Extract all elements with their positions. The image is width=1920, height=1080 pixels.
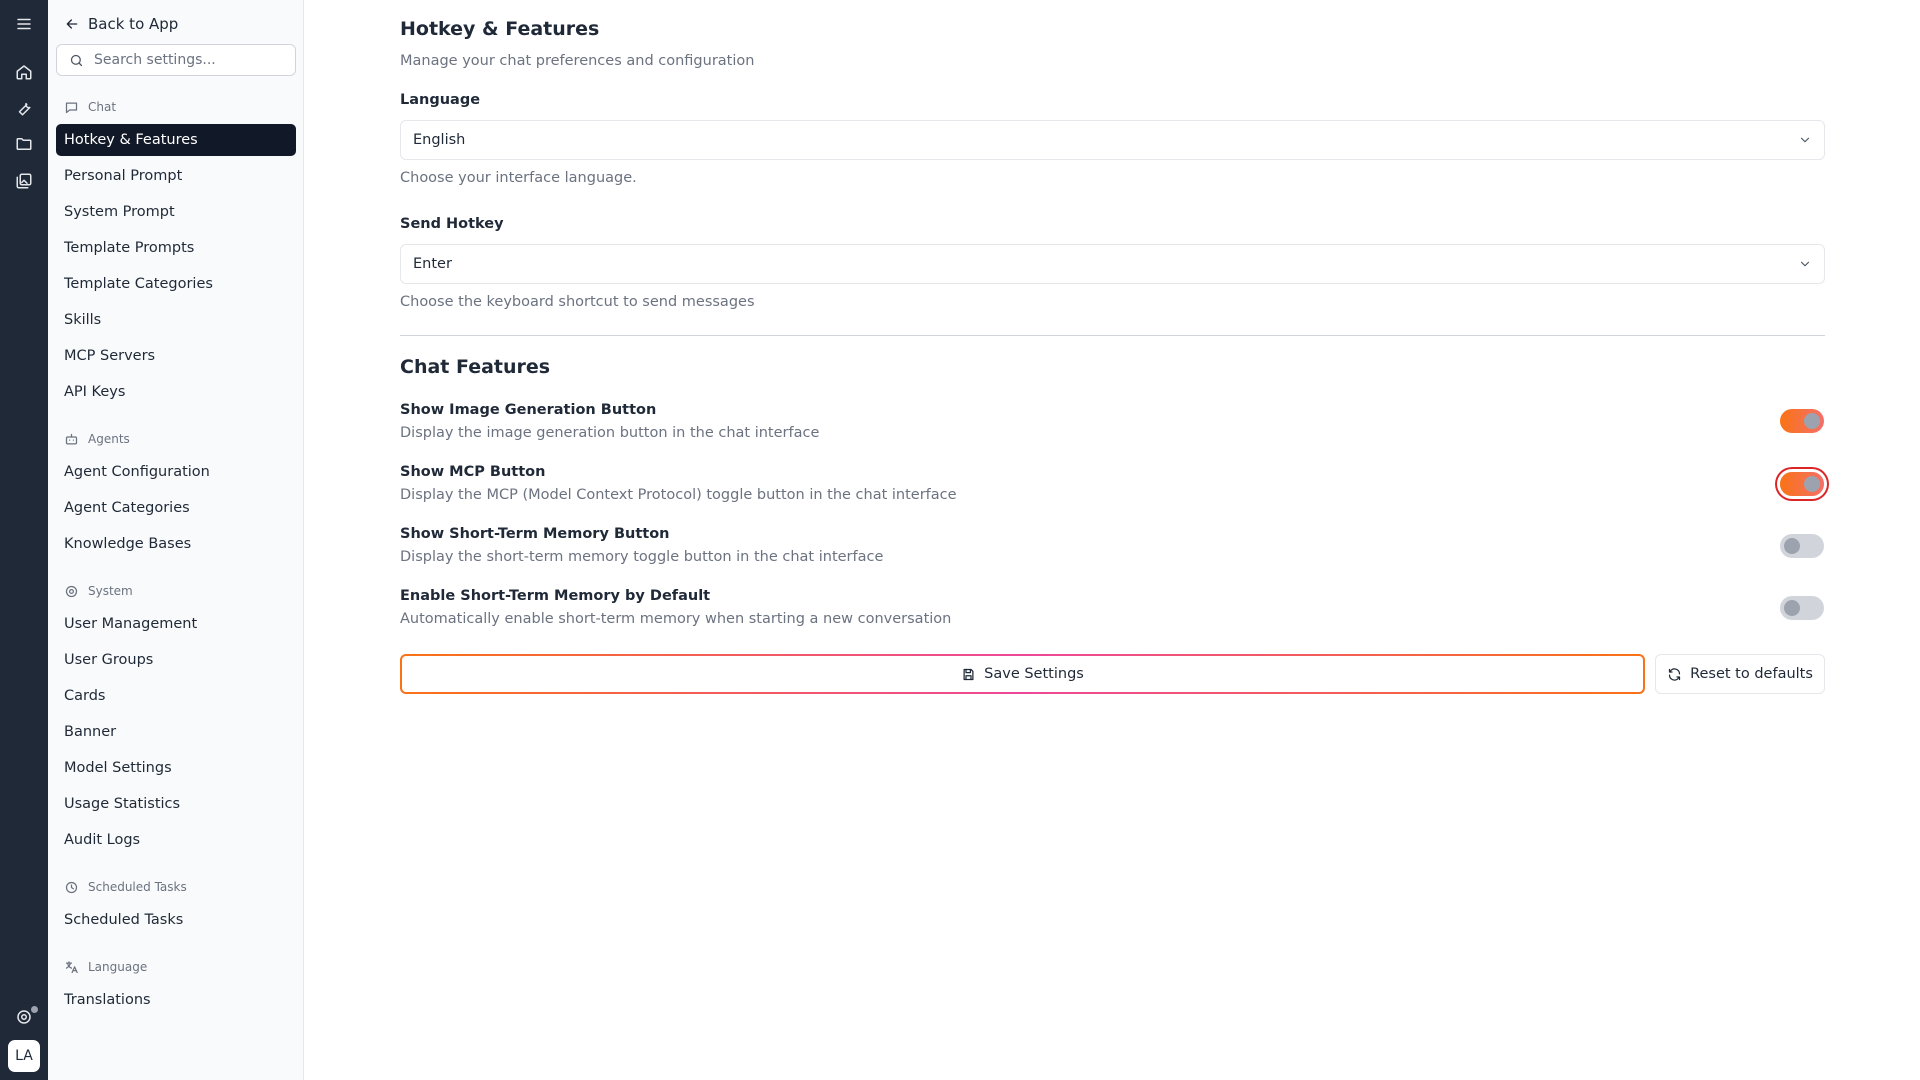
menu-icon[interactable] (14, 14, 34, 34)
sidebar-item-mcp-servers[interactable]: MCP Servers (56, 340, 296, 372)
mcp-button-toggle[interactable] (1780, 472, 1824, 496)
save-icon (963, 668, 974, 680)
sidebar-item-skills[interactable]: Skills (56, 304, 296, 336)
notification-dot (31, 1006, 38, 1013)
send-hotkey-value: Enter (413, 256, 452, 272)
language-value: English (413, 132, 466, 148)
sidebar-item-agent-categories[interactable]: Agent Categories (56, 492, 296, 524)
search-icon (70, 54, 83, 66)
save-label: Save Settings (984, 666, 1084, 682)
back-to-app-link[interactable]: Back to App (64, 12, 178, 36)
section-divider (400, 335, 1825, 336)
feature-desc: Display the image generation button in t… (400, 425, 820, 441)
translate-icon (65, 960, 78, 973)
sidebar-item-user-management[interactable]: User Management (56, 608, 296, 640)
toggle-knob (1804, 476, 1820, 492)
send-hotkey-label: Send Hotkey (400, 216, 504, 232)
sidebar-item-personal-prompt[interactable]: Personal Prompt (56, 160, 296, 192)
sidebar-item-api-keys[interactable]: API Keys (56, 376, 296, 408)
sidebar-item-audit-logs[interactable]: Audit Logs (56, 824, 296, 856)
feature-title: Show Short-Term Memory Button (400, 526, 670, 542)
group-agents: Agents (64, 429, 130, 449)
sidebar-item-template-categories[interactable]: Template Categories (56, 268, 296, 300)
group-language: Language (64, 957, 147, 977)
sidebar-item-model-settings[interactable]: Model Settings (56, 752, 296, 784)
sidebar-item-hotkey-features[interactable]: Hotkey & Features (56, 124, 296, 156)
group-agents-label: Agents (88, 432, 130, 446)
chevron-down-icon (1800, 261, 1810, 267)
settings-sidebar: Back to App Chat Hotkey & Features Perso… (48, 0, 304, 1080)
toggle-knob (1784, 600, 1800, 616)
save-settings-button[interactable]: Save Settings (400, 654, 1645, 694)
group-chat: Chat (64, 97, 116, 117)
feature-desc: Display the MCP (Model Context Protocol)… (400, 487, 957, 503)
sidebar-item-user-groups[interactable]: User Groups (56, 644, 296, 676)
icon-rail: LA (0, 0, 48, 1080)
image-generation-toggle[interactable] (1780, 409, 1824, 433)
sidebar-item-translations[interactable]: Translations (56, 984, 296, 1016)
sidebar-item-system-prompt[interactable]: System Prompt (56, 196, 296, 228)
language-help: Choose your interface language. (400, 170, 637, 186)
refresh-icon (1668, 667, 1681, 681)
group-chat-label: Chat (88, 100, 117, 114)
toggle-knob (1784, 538, 1800, 554)
avatar[interactable]: LA (8, 1040, 40, 1072)
back-label: Back to App (88, 15, 179, 33)
settings-cog-icon (65, 585, 78, 597)
sidebar-item-template-prompts[interactable]: Template Prompts (56, 232, 296, 264)
reset-defaults-button[interactable]: Reset to defaults (1655, 654, 1825, 694)
group-scheduled-tasks: Scheduled Tasks (64, 877, 187, 897)
group-system-label: System (88, 584, 133, 598)
sidebar-item-cards[interactable]: Cards (56, 680, 296, 712)
gallery-icon[interactable] (14, 171, 34, 191)
feature-title: Show Image Generation Button (400, 402, 657, 418)
language-select[interactable]: English (400, 120, 1825, 160)
send-hotkey-select[interactable]: Enter (400, 244, 1825, 284)
feature-title: Enable Short-Term Memory by Default (400, 588, 711, 604)
sidebar-item-knowledge-bases[interactable]: Knowledge Bases (56, 528, 296, 560)
chat-features-title: Chat Features (400, 356, 551, 378)
wrench-icon[interactable] (14, 98, 34, 118)
language-label: Language (400, 92, 481, 108)
group-system: System (64, 581, 133, 601)
page-title: Hotkey & Features (400, 18, 600, 40)
toggle-knob (1804, 413, 1820, 429)
short-term-memory-button-toggle[interactable] (1780, 534, 1824, 558)
chat-icon (65, 102, 78, 113)
sidebar-item-banner[interactable]: Banner (56, 716, 296, 748)
clock-icon (65, 881, 78, 893)
feature-title: Show MCP Button (400, 464, 546, 480)
sidebar-item-agent-configuration[interactable]: Agent Configuration (56, 456, 296, 488)
reset-label: Reset to defaults (1690, 666, 1813, 682)
group-language-label: Language (88, 960, 148, 974)
feature-desc: Automatically enable short-term memory w… (400, 611, 952, 627)
short-term-memory-default-toggle[interactable] (1780, 596, 1824, 620)
send-hotkey-help: Choose the keyboard shortcut to send mes… (400, 294, 755, 310)
search-box[interactable] (56, 44, 296, 76)
search-input[interactable] (94, 52, 284, 68)
folder-icon[interactable] (14, 134, 34, 154)
page-subtitle: Manage your chat preferences and configu… (400, 53, 755, 69)
sidebar-item-usage-statistics[interactable]: Usage Statistics (56, 788, 296, 820)
home-icon[interactable] (14, 62, 34, 82)
group-scheduled-label: Scheduled Tasks (88, 880, 187, 894)
arrow-left-icon (66, 19, 78, 29)
chevron-down-icon (1800, 137, 1810, 143)
feature-desc: Display the short-term memory toggle but… (400, 549, 884, 565)
robot-icon (65, 433, 78, 444)
sidebar-item-scheduled-tasks[interactable]: Scheduled Tasks (56, 904, 296, 936)
